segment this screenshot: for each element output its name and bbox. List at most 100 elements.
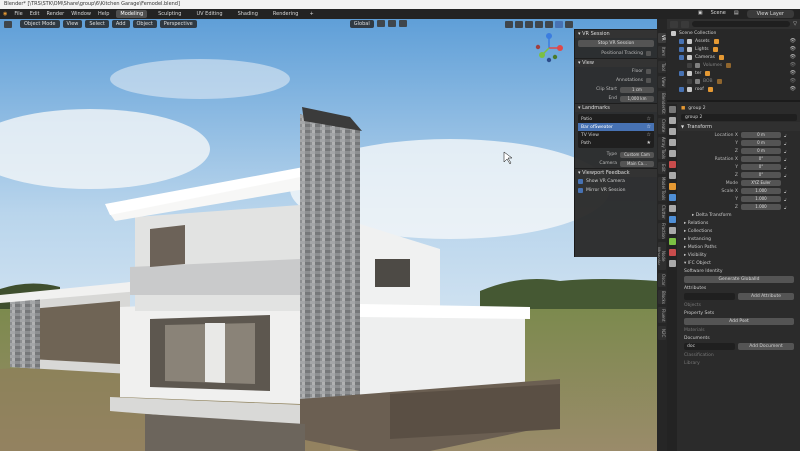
sidebar-tab-oscar[interactable]: Oscar (658, 273, 666, 287)
rotation-z-field[interactable]: 0° (741, 172, 781, 178)
scene-tab-icon[interactable] (668, 150, 676, 157)
output-tab-icon[interactable] (668, 128, 676, 135)
orientation-selector[interactable]: Global (349, 20, 374, 28)
rotation-y-field[interactable]: 0° (741, 164, 781, 170)
delta-transform-section[interactable]: ▸ Delta Transform (678, 211, 800, 219)
landmark-item[interactable]: TV View ☆ (578, 131, 654, 139)
view-layer-selector[interactable]: View Layer (746, 10, 794, 18)
eye-icon[interactable]: 👁︎ (790, 38, 796, 44)
sidebar-tab-item[interactable]: Item (658, 46, 666, 58)
sidebar-tab-create[interactable]: Create (658, 118, 666, 134)
eye-icon[interactable]: 👁︎ (790, 86, 796, 92)
lock-icon[interactable]: 🔓︎ (784, 133, 787, 138)
show-vr-camera-row[interactable]: Show VR Camera (575, 177, 657, 186)
location-z-field[interactable]: 0 m (741, 148, 781, 154)
collections-section[interactable]: ▸ Collections (678, 227, 800, 235)
relations-section[interactable]: ▸ Relations (678, 219, 800, 227)
menu-perspective[interactable]: Perspective (159, 20, 197, 28)
editor-type-icon[interactable] (4, 21, 12, 28)
documents-dropdown[interactable]: doc (684, 343, 735, 350)
landmark-item[interactable]: Patio ☆ (578, 115, 654, 123)
add-pset-button[interactable]: Add Pset (684, 318, 794, 325)
particles-tab-icon[interactable] (668, 205, 676, 212)
gizmo-toggle-icon[interactable] (515, 20, 523, 28)
view-layer-tab-icon[interactable] (668, 139, 676, 146)
sidebar-tab-fraction[interactable]: Fraction (658, 223, 666, 239)
menu-edit[interactable]: Edit (30, 11, 40, 17)
menu-render[interactable]: Render (46, 11, 64, 17)
sidebar-tab-node-wrangler[interactable]: Node Wrangler (658, 242, 666, 270)
star-icon[interactable]: ☆ (647, 132, 651, 138)
positional-tracking-row[interactable]: Positional Tracking (575, 49, 657, 58)
lock-icon[interactable]: 🔓︎ (784, 165, 787, 170)
lock-icon[interactable]: 🔓︎ (784, 173, 787, 178)
lock-icon[interactable]: 🔓︎ (784, 189, 787, 194)
workspace-tab-shading[interactable]: Shading (234, 10, 262, 18)
landmarks-header[interactable]: ▾ Landmarks (575, 103, 657, 112)
lock-icon[interactable]: 🔓︎ (784, 141, 787, 146)
mode-selector[interactable]: Object Mode (20, 20, 60, 28)
material-tab-icon[interactable] (668, 249, 676, 256)
workspace-tab-modeling[interactable]: Modeling (116, 10, 148, 18)
outliner-row[interactable]: Volumes 👁︎ (667, 61, 800, 69)
sidebar-tab-fluent[interactable]: Fluent (658, 307, 666, 323)
menu-view[interactable]: View (62, 20, 83, 28)
floor-row[interactable]: Floor (575, 67, 657, 76)
rotation-x-field[interactable]: 0° (741, 156, 781, 162)
motion-paths-section[interactable]: ▸ Motion Paths (678, 243, 800, 251)
vr-session-header[interactable]: ▾ VR Session (575, 29, 657, 38)
eye-icon[interactable]: 👁︎ (790, 54, 796, 60)
outliner-editor-icon[interactable] (670, 20, 678, 28)
collection-tab-icon[interactable] (668, 172, 676, 179)
render-tab-icon[interactable] (668, 117, 676, 124)
outliner-row[interactable]: Cameras 👁︎ (667, 53, 800, 61)
visibility-section[interactable]: ▸ Visibility (678, 251, 800, 259)
landmark-item-selected[interactable]: Bar ofSweater ☆ (578, 123, 654, 131)
outliner-row[interactable]: Lights 👁︎ (667, 45, 800, 53)
solid-shading-icon[interactable] (545, 20, 553, 28)
workspace-tab-sculpting[interactable]: Sculpting (154, 10, 185, 18)
display-mode-icon[interactable] (681, 20, 689, 28)
xray-icon[interactable] (535, 20, 543, 28)
stop-vr-session-button[interactable]: Stop VR Session (578, 40, 654, 47)
add-workspace-button[interactable]: + (309, 11, 313, 17)
outliner-row[interactable]: roof 👁︎ (667, 85, 800, 93)
navigation-gizmo[interactable] (534, 33, 564, 63)
data-tab-icon[interactable] (668, 238, 676, 245)
pivot-icon[interactable] (376, 20, 385, 27)
add-attribute-button[interactable]: Add Attribute (738, 293, 794, 300)
sidebar-tab-blenderkit[interactable]: BlenderKit (658, 91, 666, 115)
menu-window[interactable]: Window (71, 11, 91, 17)
sidebar-tab-edit[interactable]: Edit (658, 162, 666, 174)
transform-header[interactable]: ▼ Transform (678, 122, 800, 131)
object-name-field[interactable]: group 2 (681, 114, 797, 121)
outliner-row[interactable]: Assets 👁︎ (667, 37, 800, 45)
add-document-button[interactable]: Add Document (738, 343, 794, 350)
star-filled-icon[interactable]: ★ (647, 140, 651, 146)
positional-tracking-checkbox[interactable] (646, 51, 651, 56)
sidebar-tab-blocks[interactable]: Blocks (658, 290, 666, 304)
annotations-checkbox[interactable] (646, 78, 651, 83)
scene-collection-row[interactable]: Scene Collection (667, 29, 800, 37)
lock-icon[interactable]: 🔓︎ (784, 197, 787, 202)
sidebar-tab-vr[interactable]: VR (658, 33, 666, 43)
scale-y-field[interactable]: 1.000 (741, 196, 781, 202)
star-icon[interactable]: ☆ (647, 124, 651, 130)
menu-file[interactable]: File (14, 11, 22, 17)
visibility-icon[interactable] (505, 20, 513, 28)
exclude-checkbox[interactable] (679, 38, 684, 44)
scene-selector[interactable]: Scene (711, 10, 726, 18)
exclude-checkbox[interactable] (679, 46, 684, 52)
location-y-field[interactable]: 0 m (741, 140, 781, 146)
outliner-search-input[interactable] (692, 21, 791, 27)
workspace-tab-rendering[interactable]: Rendering (269, 10, 303, 18)
menu-select[interactable]: Select (85, 20, 109, 28)
mirror-vr-session-row[interactable]: Mirror VR Session (575, 186, 657, 195)
landmark-type-dropdown[interactable]: Custom Cam (620, 151, 654, 158)
sidebar-tab-view[interactable]: View (658, 76, 666, 88)
workspace-tab-uv-editing[interactable]: UV Editing (192, 10, 226, 18)
exclude-checkbox[interactable] (679, 54, 684, 60)
texture-tab-icon[interactable] (668, 260, 676, 267)
clip-start-field[interactable]: 1 cm (620, 86, 654, 93)
exclude-checkbox[interactable] (679, 70, 684, 76)
